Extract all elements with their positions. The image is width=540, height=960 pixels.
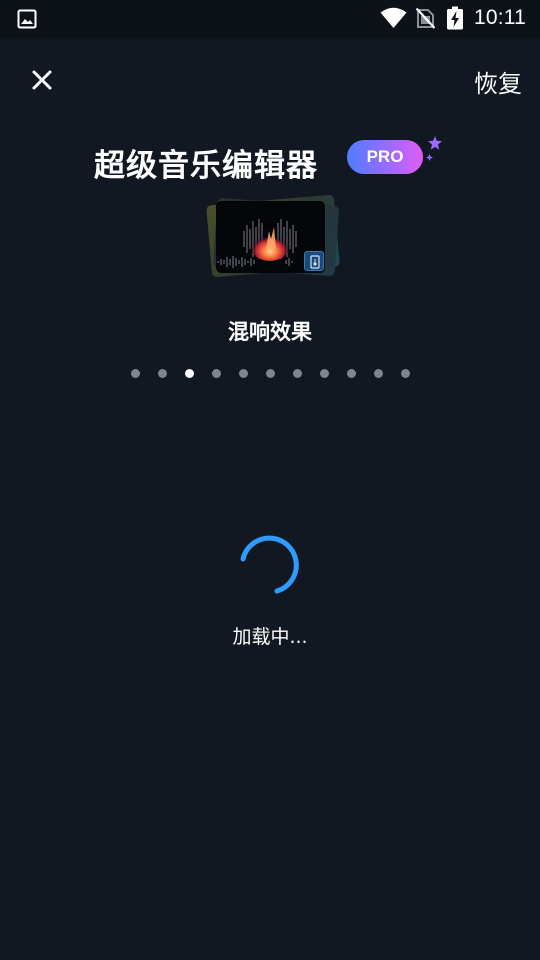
battery-charging-icon [447,6,463,30]
page-dot[interactable] [238,369,248,378]
no-sim-icon [416,7,435,29]
status-time: 10:11 [474,6,526,29]
app-title: 超级音乐编辑器 [94,148,318,184]
page-dot[interactable] [346,369,356,378]
page-dot[interactable] [130,369,140,378]
page-dot[interactable] [373,369,383,378]
promo-title-row: 超级音乐编辑器 PRO [0,134,540,184]
page-dot[interactable] [184,369,194,378]
sparkle-star-icon [428,136,442,150]
wifi-icon [380,7,407,28]
pro-badge: PRO [347,140,423,174]
page-dot[interactable] [265,369,275,378]
music-note-icon [304,251,324,271]
close-icon [32,70,52,90]
loading-spinner-icon [240,535,299,594]
page-dot[interactable] [292,369,302,378]
page-dot[interactable] [211,369,221,378]
feature-label: 混响效果 [228,320,312,344]
page-dot[interactable] [319,369,329,378]
page-dot[interactable] [400,369,410,378]
image-icon [17,9,37,29]
feature-preview-image [205,194,340,280]
loading-text: 加载中... [232,626,308,648]
page-indicator [0,368,540,380]
page-dot[interactable] [157,369,167,378]
sparkle-dot-icon [426,154,433,161]
restore-button[interactable]: 恢复 [474,64,522,99]
close-button[interactable] [26,64,58,96]
status-bar: 10:11 [0,0,540,38]
